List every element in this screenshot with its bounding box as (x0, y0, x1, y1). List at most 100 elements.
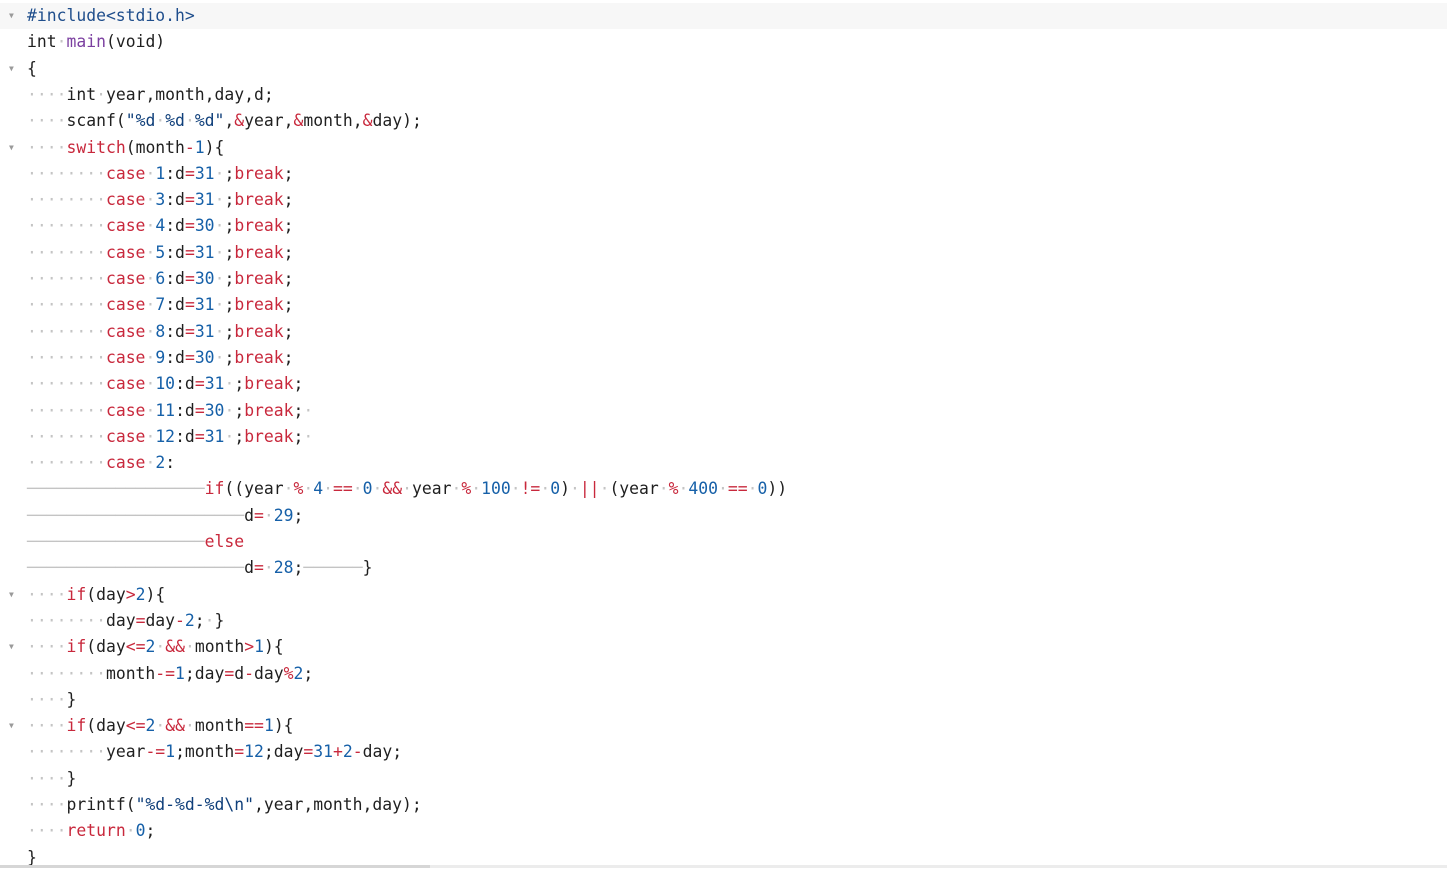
code-line[interactable]: ▼ ····if(day<=2·&&·month>1){ (0, 634, 1447, 660)
code-line[interactable]: ········case·5:d=31·;break; (0, 240, 1447, 266)
code-token: -= (145, 742, 166, 762)
code-token: = (194, 400, 205, 420)
code-token: 2 (145, 637, 156, 657)
code-line[interactable]: ········day=day-2;·} (0, 608, 1447, 634)
code-line[interactable]: ········year-=1;month=12;day=31+2-day; (0, 739, 1447, 765)
code-token: ; (293, 374, 304, 394)
code-token: 28 (273, 558, 294, 578)
code-token: "%d (125, 111, 156, 131)
code-token: ···· (27, 84, 67, 104)
code-token: · (155, 637, 166, 657)
code-line[interactable]: ········month-=1;day=d-day%2; (0, 661, 1447, 687)
code-line[interactable]: ········case·8:d=31·;break; (0, 319, 1447, 345)
code-line[interactable]: ──────────────────────d=·28;──────} (0, 555, 1447, 581)
code-token: · (352, 479, 363, 499)
code-token: (day (86, 716, 126, 736)
code-line[interactable]: ····scanf("%d·%d·%d",&year,&month,&day); (0, 108, 1447, 134)
code-line[interactable]: ········case·6:d=30·;break; (0, 266, 1447, 292)
code-line[interactable]: ····printf("%d-%d-%d\n",year,month,day); (0, 792, 1447, 818)
code-token: · (214, 321, 225, 341)
code-token: "%d-%d-%d\n" (135, 795, 254, 814)
code-line[interactable]: ········case·9:d=30·;break; (0, 345, 1447, 371)
code-token: · (718, 479, 728, 499)
code-token: · (402, 479, 412, 499)
code-token: 10 (155, 374, 176, 394)
code-token: · (145, 269, 156, 288)
fold-arrow-icon[interactable]: ▼ (9, 3, 14, 29)
code-token: · (303, 426, 314, 446)
code-editor[interactable]: ▼ #include<stdio.h> int·main(void) ▼{····in… (0, 0, 1447, 868)
code-token: ;month (175, 742, 235, 762)
code-token: && (165, 716, 185, 736)
fold-arrow-icon[interactable]: ▼ (9, 713, 14, 739)
code-token: 1 (263, 716, 274, 736)
code-token: case (105, 400, 146, 420)
code-token: 11 (155, 400, 176, 420)
code-token: = (253, 505, 264, 525)
code-token: 31 (194, 242, 215, 262)
code-token: else (204, 532, 245, 551)
code-line[interactable]: ▼ ····if(day<=2·&&·month==1){ (0, 713, 1447, 739)
code-token: · (658, 479, 669, 499)
code-token: ; (224, 295, 235, 315)
code-token: 0 (550, 479, 561, 499)
code-token: ; (224, 321, 235, 341)
code-line[interactable]: ──────────────────if((year·%·4·==·0·&&·y… (0, 476, 1447, 502)
code-token: ;day (184, 663, 225, 683)
code-line[interactable]: ····} (0, 766, 1447, 792)
code-line[interactable]: ──────────────────────d=·29; (0, 503, 1447, 529)
fold-arrow-icon[interactable]: ▼ (9, 582, 14, 608)
code-token: · (323, 479, 333, 499)
code-token: · (214, 190, 225, 210)
code-token: 2 (135, 584, 146, 604)
code-token: ···· (27, 137, 67, 157)
fold-arrow-icon[interactable]: ▼ (9, 634, 14, 660)
code-token: ; (293, 558, 304, 578)
code-token: = (234, 742, 245, 762)
code-line[interactable]: ········case·4:d=30·;break; (0, 213, 1447, 239)
code-token: ; (234, 374, 245, 394)
fold-arrow-icon[interactable]: ▼ (9, 135, 14, 161)
code-line[interactable]: ····} (0, 687, 1447, 713)
code-token: ········ (27, 663, 106, 683)
code-token: · (303, 400, 314, 420)
code-token: :d (175, 426, 195, 446)
code-token: if (204, 479, 225, 499)
code-token: ········ (27, 453, 106, 473)
code-token: int (27, 32, 57, 52)
code-token: (day (86, 584, 126, 604)
code-token: = (194, 374, 205, 394)
code-token: ────────────────────── (27, 505, 245, 525)
code-line[interactable]: ········case·3:d=31·;break; (0, 187, 1447, 213)
code-token: · (214, 269, 225, 288)
code-text: ····scanf("%d·%d·%d",&year,&month,&day); (27, 108, 422, 134)
code-token: 12 (155, 426, 176, 446)
fold-arrow-icon[interactable]: ▼ (9, 56, 14, 82)
code-text: ····if(day<=2·&&·month>1){ (27, 634, 284, 660)
code-line[interactable]: ▼ ····switch(month-1){ (0, 135, 1447, 161)
code-token: · (263, 505, 274, 525)
code-line[interactable]: ▼ ····if(day>2){ (0, 582, 1447, 608)
code-line[interactable]: ──────────────────else (0, 529, 1447, 555)
code-token: case (105, 269, 146, 288)
code-token: % (668, 479, 679, 499)
code-token: ; (224, 347, 235, 367)
code-token: · (145, 374, 156, 394)
code-line[interactable]: ····return·0; (0, 818, 1447, 844)
code-token: = (184, 190, 195, 210)
code-token: ; (224, 216, 235, 236)
code-line[interactable]: ········case·7:d=31·;break; (0, 292, 1447, 318)
code-line[interactable]: ▼{ (0, 56, 1447, 82)
code-line[interactable]: ········case·11:d=30·;break;· (0, 398, 1447, 424)
code-token: ; (293, 505, 304, 525)
code-text: ····printf("%d-%d-%d\n",year,month,day); (27, 792, 422, 818)
code-token: ········ (27, 347, 106, 367)
code-line[interactable]: ········case·1:d=31·;break; (0, 161, 1447, 187)
code-line[interactable]: ········case·2: (0, 450, 1447, 476)
code-text: int·main(void) (27, 29, 165, 55)
code-line[interactable]: ▼ #include<stdio.h> (0, 3, 1447, 30)
code-line[interactable]: ····int·year,month,day,d; (0, 82, 1447, 108)
code-line[interactable]: ········case·10:d=31·;break; (0, 371, 1447, 397)
code-line[interactable]: ········case·12:d=31·;break;· (0, 424, 1447, 450)
code-line[interactable]: int·main(void) (0, 29, 1447, 55)
